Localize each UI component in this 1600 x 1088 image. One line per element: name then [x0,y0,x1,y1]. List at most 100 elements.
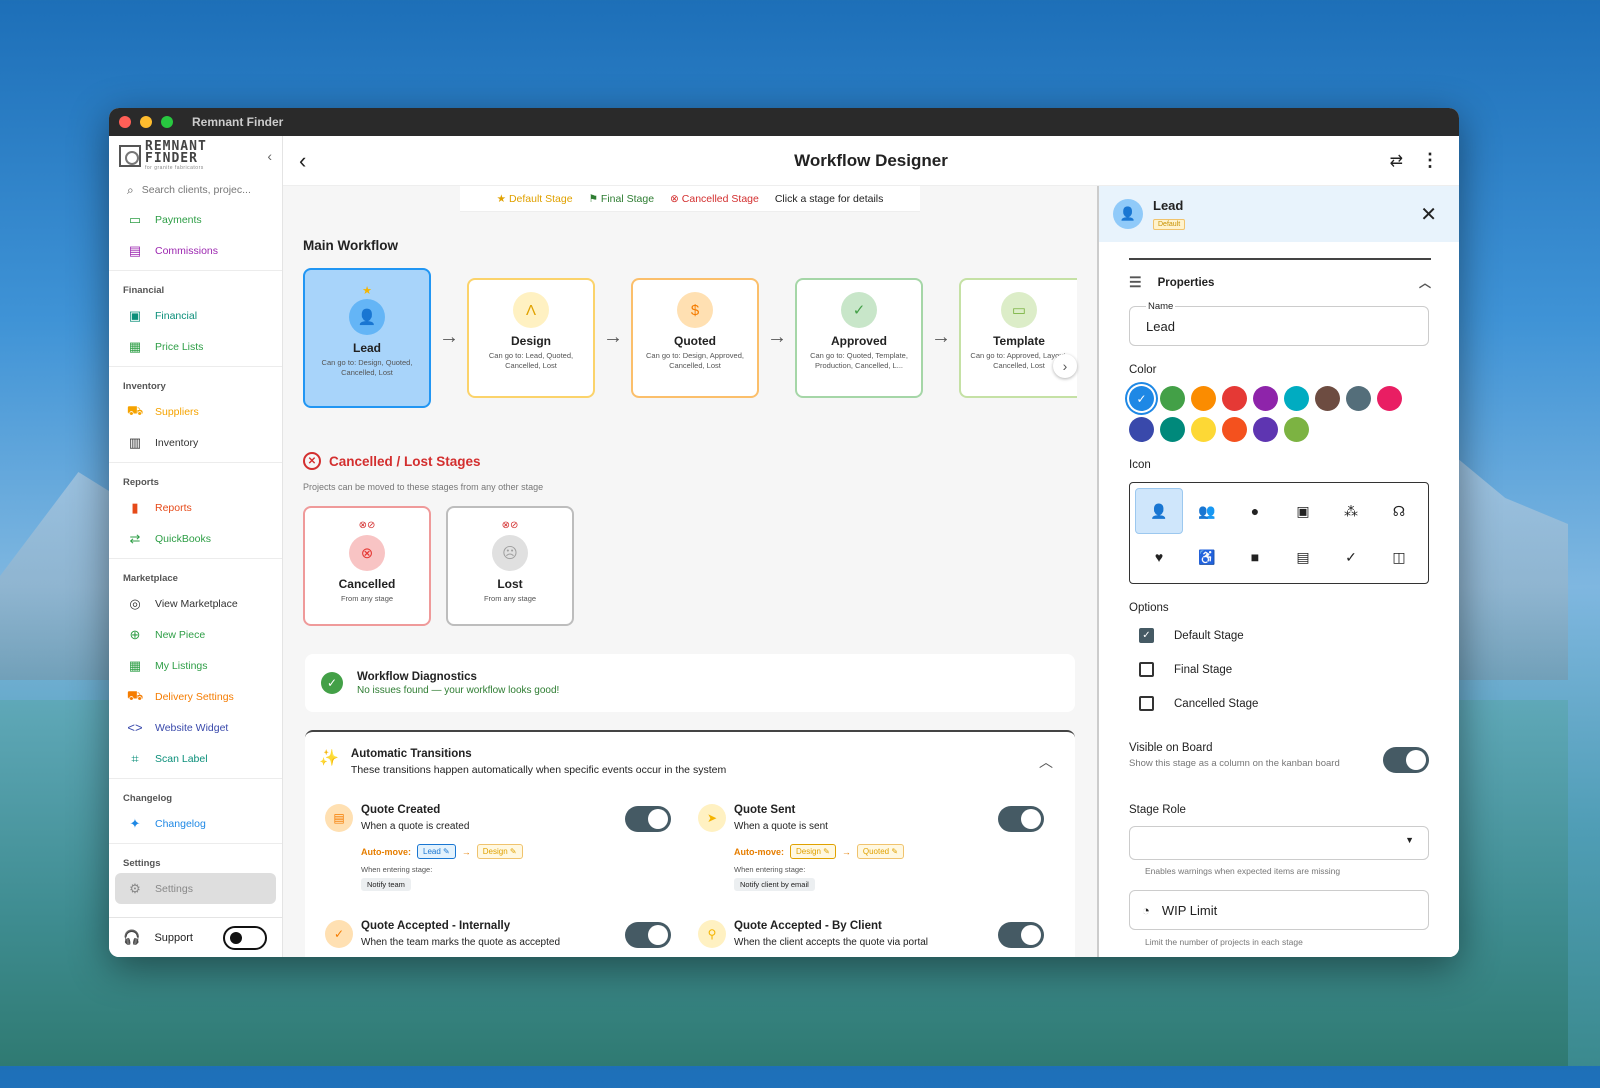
sidebar-item-financial[interactable]: ▣ Financial [109,300,282,331]
contact-card-icon[interactable]: ▣ [1279,488,1327,534]
close-icon[interactable]: ✕ [1420,202,1437,227]
title-bar: Remnant Finder [109,108,1459,136]
sidebar-item-inventory[interactable]: ▥ Inventory [109,427,282,458]
stage-card-approved[interactable]: ✓ Approved Can go to: Quoted, Template, Pr… [795,278,923,398]
checkbox[interactable] [1139,662,1154,677]
sidebar-item-new-piece[interactable]: ⊕ New Piece [109,619,282,650]
chevron-up-icon[interactable]: ︿ [1039,752,1053,772]
search-input[interactable]: Search clients, projec... [142,184,251,196]
assignment-icon[interactable]: ▤ [1279,534,1327,580]
wip-limit-hint: Limit the number of projects in each sta… [1145,937,1303,947]
arrow-right-icon: → [603,326,623,348]
ruler-icon: ▭ [1001,292,1037,328]
properties-header[interactable]: ☰ Properties ︿ [1129,274,1431,291]
checkbox[interactable]: ✓ [1139,628,1154,643]
color-swatch[interactable] [1160,417,1185,442]
notify-chip[interactable]: Notify team [361,878,411,891]
sidebar-item-my-listings[interactable]: ▦ My Listings [109,650,282,681]
support-agent-icon[interactable]: ☊ [1375,488,1423,534]
option-cancelled-stage[interactable]: Cancelled Stage [1139,696,1258,711]
invoice-icon: $ [677,292,713,328]
scroll-right-icon[interactable]: › [1053,354,1077,378]
from-stage-chip[interactable]: Design ✎ [790,844,836,859]
sidebar-item-commissions[interactable]: ▤ Commissions [109,235,282,266]
stage-name: Template [993,334,1045,348]
sidebar-item-suppliers[interactable]: ⛟ Suppliers [109,396,282,427]
sidebar-item-changelog[interactable]: ✦ Changelog [109,808,282,839]
color-swatch[interactable] [1284,417,1309,442]
collapse-sidebar-icon[interactable]: ‹ [267,148,272,164]
transition-toggle[interactable] [998,806,1044,832]
color-swatch[interactable] [1315,386,1340,411]
visible-on-board-toggle[interactable] [1383,747,1429,773]
cancelled-heading: ✕ Cancelled / Lost Stages [303,452,481,470]
close-window-button[interactable] [119,116,131,128]
sidebar-item-quickbooks[interactable]: ⇄ QuickBooks [109,523,282,554]
add-person-icon[interactable]: 👤 [1135,488,1183,534]
stage-card-lost[interactable]: ⊗⊘ ☹ Lost From any stage [446,506,574,626]
pending-actions-icon[interactable]: ◫ [1375,534,1423,580]
stage-card-quoted[interactable]: $ Quoted Can go to: Design, Approved, Canc… [631,278,759,398]
checkbox[interactable] [1139,696,1154,711]
stage-role-label: Stage Role [1129,804,1186,816]
notify-chip[interactable]: Notify client by email [734,878,815,891]
transition-toggle[interactable] [625,806,671,832]
color-swatch[interactable] [1129,417,1154,442]
sidebar-item-label: Price Lists [155,340,204,353]
view-marketplace-icon: ◎ [129,595,141,611]
color-swatch[interactable]: ✓ [1129,386,1154,411]
color-swatch[interactable] [1284,386,1309,411]
swap-icon[interactable]: ⇄ [1390,151,1403,171]
color-swatch[interactable] [1377,386,1402,411]
more-vert-icon[interactable]: ⋮ [1421,150,1439,171]
accessibility-icon[interactable]: ♿ [1183,534,1231,580]
maximize-window-button[interactable] [161,116,173,128]
stage-card-cancelled[interactable]: ⊗⊘ ⊗ Cancelled From any stage [303,506,431,626]
people-icon[interactable]: 👥 [1183,488,1231,534]
color-swatch[interactable] [1253,386,1278,411]
to-stage-chip[interactable]: Quoted ✎ [856,844,905,859]
check-circle-outline-icon[interactable]: ✓ [1327,534,1375,580]
sidebar-item-payments[interactable]: ▭ Payments [109,204,282,235]
wip-limit-field[interactable]: ◔ WIP Limit [1129,890,1429,930]
stage-role-select[interactable]: ▼ [1129,826,1429,860]
stage-card-lead[interactable]: ★ 👤 Lead Can go to: Design, Quoted, Cancell… [303,268,431,408]
chevron-up-icon[interactable]: ︿ [1419,274,1431,291]
transition-toggle[interactable] [625,922,671,948]
sidebar-item-settings[interactable]: ⚙ Settings [115,873,276,904]
handshake-icon[interactable]: ♥ [1135,534,1183,580]
stage-card-design[interactable]: Λ Design Can go to: Lead, Quoted, Cancelle… [467,278,595,398]
star-icon: ★ [496,192,507,205]
name-field[interactable]: Name Lead [1129,301,1429,346]
option-final-stage[interactable]: Final Stage [1139,662,1232,677]
name-input[interactable]: Lead [1146,319,1175,334]
sidebar-item-delivery-settings[interactable]: ⛟ Delivery Settings [109,681,282,712]
support-link[interactable]: Support [154,932,193,944]
color-swatch[interactable] [1346,386,1371,411]
person-icon[interactable]: ● [1231,488,1279,534]
color-swatch[interactable] [1191,417,1216,442]
sidebar-item-website-widget[interactable]: <> Website Widget [109,712,282,743]
option-default-stage[interactable]: ✓ Default Stage [1139,628,1244,643]
sidebar-search[interactable]: ⌕ Search clients, projec... [109,176,282,204]
sidebar-item-reports[interactable]: ▮ Reports [109,492,282,523]
minimize-window-button[interactable] [140,116,152,128]
stage-name: Cancelled [338,577,396,591]
logo[interactable]: REMNANT FINDER for granite fabricators [109,136,282,176]
from-stage-chip[interactable]: Lead ✎ [417,844,456,859]
color-swatch[interactable] [1222,417,1247,442]
folder-icon[interactable]: ■ [1231,534,1279,580]
color-swatch[interactable] [1222,386,1247,411]
theme-toggle[interactable] [222,925,267,950]
stage-card-template[interactable]: ▭ Template Can go to: Approved, Layout, Ca… [959,278,1077,398]
to-stage-chip[interactable]: Design ✎ [476,844,523,859]
sidebar-item-price-lists[interactable]: ▦ Price Lists [109,331,282,362]
sidebar-item-view-marketplace[interactable]: ◎ View Marketplace [109,588,282,619]
transition-toggle[interactable] [998,922,1044,948]
groups-icon[interactable]: ⁂ [1327,488,1375,534]
sidebar-item-scan-label[interactable]: ⌗ Scan Label [109,743,282,774]
color-swatch[interactable] [1191,386,1216,411]
color-swatch[interactable] [1160,386,1185,411]
automatic-transitions-header[interactable]: ✨ Automatic Transitions These transition… [319,748,726,776]
color-swatch[interactable] [1253,417,1278,442]
